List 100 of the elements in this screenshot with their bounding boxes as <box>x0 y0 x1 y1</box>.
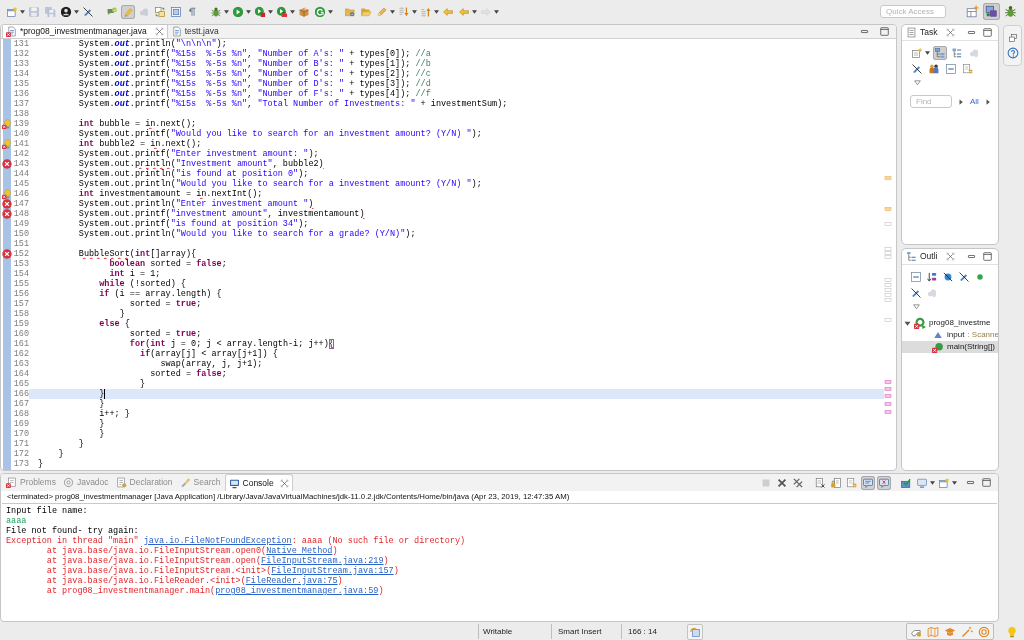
monitor-error-icon[interactable] <box>877 475 891 490</box>
caret-icon[interactable] <box>390 9 395 14</box>
bug-icon[interactable] <box>1002 3 1019 20</box>
window-plus-icon[interactable] <box>964 3 981 20</box>
line-number: 143 <box>13 159 29 169</box>
close-icon[interactable] <box>946 252 956 261</box>
caret-icon[interactable] <box>328 9 333 14</box>
source-link[interactable]: FileReader.java:75 <box>245 576 338 586</box>
source-link[interactable]: prog08_investmentmanager.java:59 <box>215 586 379 596</box>
caret-icon[interactable] <box>290 9 295 14</box>
caret-icon[interactable] <box>246 9 251 14</box>
panel-icon[interactable] <box>169 4 183 19</box>
caret-icon[interactable] <box>930 480 935 485</box>
caret-icon[interactable] <box>74 9 79 14</box>
source-link[interactable]: java.io.FileNotFoundException <box>143 536 292 546</box>
document-x-icon[interactable] <box>813 475 827 490</box>
help-icon[interactable] <box>1006 46 1019 59</box>
line-number: 131 <box>13 39 29 49</box>
close-icon[interactable] <box>946 28 956 37</box>
view-tab[interactable]: Javadoc <box>59 474 112 491</box>
find-field[interactable]: Find <box>910 95 952 108</box>
maximize-icon[interactable] <box>981 477 992 488</box>
view-tab[interactable]: Problems <box>3 474 59 491</box>
people-icon[interactable] <box>927 62 941 76</box>
code-line: i++; } <box>99 409 130 419</box>
caret-icon[interactable] <box>952 480 957 485</box>
overview-ruler-marks[interactable] <box>884 176 892 415</box>
code-line: } <box>99 389 105 399</box>
view-tab[interactable]: Declaration <box>112 474 176 491</box>
crossed-pen-icon[interactable] <box>909 286 923 300</box>
line-number: 161 <box>13 339 29 349</box>
lightbulb-icon[interactable] <box>1006 625 1018 638</box>
caret-icon[interactable] <box>20 9 25 14</box>
line-number: 168 <box>13 409 29 419</box>
view-title[interactable]: Outli <box>920 250 938 263</box>
close-icon[interactable] <box>154 27 164 36</box>
source-link[interactable]: Native Method <box>266 546 333 556</box>
document-arrow-icon[interactable] <box>845 475 859 490</box>
line-number: 158 <box>13 309 29 319</box>
code-line: BubbleSort(int[]array){ <box>78 249 197 259</box>
expand-arrow-icon[interactable] <box>904 319 911 327</box>
code-line: } <box>38 459 44 469</box>
line-number: 172 <box>13 449 29 459</box>
magic-wand-icon[interactable] <box>961 625 973 638</box>
tree-item[interactable]: input : Scanne <box>902 329 998 341</box>
lifebuoy-icon[interactable] <box>978 625 990 638</box>
caret-icon[interactable] <box>224 9 229 14</box>
source-link[interactable]: FileInputStream.java:219 <box>261 556 384 566</box>
circle-error-icon <box>932 341 944 353</box>
source-link[interactable]: FileInputStream.java:157 <box>271 566 394 576</box>
circle-error-icon <box>914 317 926 329</box>
maximize-icon[interactable] <box>879 26 890 37</box>
maximize-icon[interactable] <box>982 251 993 262</box>
play-toolbox-icon[interactable] <box>275 4 289 19</box>
triangle-right-icon[interactable] <box>958 98 964 105</box>
monitor-lines-icon[interactable] <box>861 475 875 490</box>
caret-icon[interactable] <box>268 9 273 14</box>
crossed-circle-icon[interactable] <box>941 270 955 284</box>
triangle-right-icon[interactable] <box>984 98 991 105</box>
person-circle-icon[interactable] <box>59 4 73 19</box>
crossed-pen-icon[interactable] <box>910 62 924 76</box>
highlighter-icon[interactable] <box>121 4 135 19</box>
caret-icon[interactable] <box>925 51 930 55</box>
window-arrows-icon[interactable] <box>153 4 167 19</box>
double-ring-icon <box>62 477 74 488</box>
insert-mode: Smart Insert <box>558 625 602 638</box>
editor-tab[interactable]: *prog08_investmentmanager.java <box>2 25 168 38</box>
editor-tab[interactable]: testt.java <box>167 25 222 38</box>
code-line: System.out.printf("is found at position 34"); <box>78 219 309 229</box>
code-line: int investmentamount = in.nextInt(); <box>78 189 263 199</box>
caret-icon[interactable] <box>494 9 499 14</box>
windows-icon[interactable] <box>983 3 1000 20</box>
restore-icon[interactable] <box>1007 32 1018 43</box>
code-line: } <box>99 419 105 429</box>
crossed-pen-icon[interactable] <box>957 270 971 284</box>
document-arrow-icon[interactable] <box>961 62 975 76</box>
line-number: 169 <box>13 419 29 429</box>
sort-icon[interactable] <box>925 270 939 284</box>
all-link[interactable]: All <box>970 95 979 108</box>
view-tab[interactable]: Search <box>176 474 224 491</box>
map-icon[interactable] <box>927 625 939 638</box>
close-icon[interactable] <box>279 478 289 488</box>
caret-icon[interactable] <box>412 9 417 14</box>
line-number: 149 <box>13 219 29 229</box>
code-line: } <box>78 439 84 449</box>
caret-icon[interactable] <box>472 9 477 14</box>
tree-item[interactable]: main(String[]) <box>902 341 998 353</box>
quick-access-field[interactable]: Quick Access <box>880 5 946 18</box>
view-title[interactable]: Task <box>920 26 938 39</box>
view-tab[interactable]: Console <box>224 474 293 491</box>
caret-icon[interactable] <box>434 9 439 14</box>
view-menu-icon[interactable] <box>913 78 922 87</box>
line-number: 170 <box>13 429 29 439</box>
line-number: 137 <box>13 99 29 109</box>
graduation-cap-icon[interactable] <box>944 625 956 638</box>
tree-item[interactable]: prog08_investme <box>902 317 998 329</box>
maximize-icon[interactable] <box>982 27 993 38</box>
document-lock-icon[interactable] <box>829 475 843 490</box>
view-menu-icon[interactable] <box>912 302 921 311</box>
list-tree-icon[interactable] <box>950 46 964 60</box>
